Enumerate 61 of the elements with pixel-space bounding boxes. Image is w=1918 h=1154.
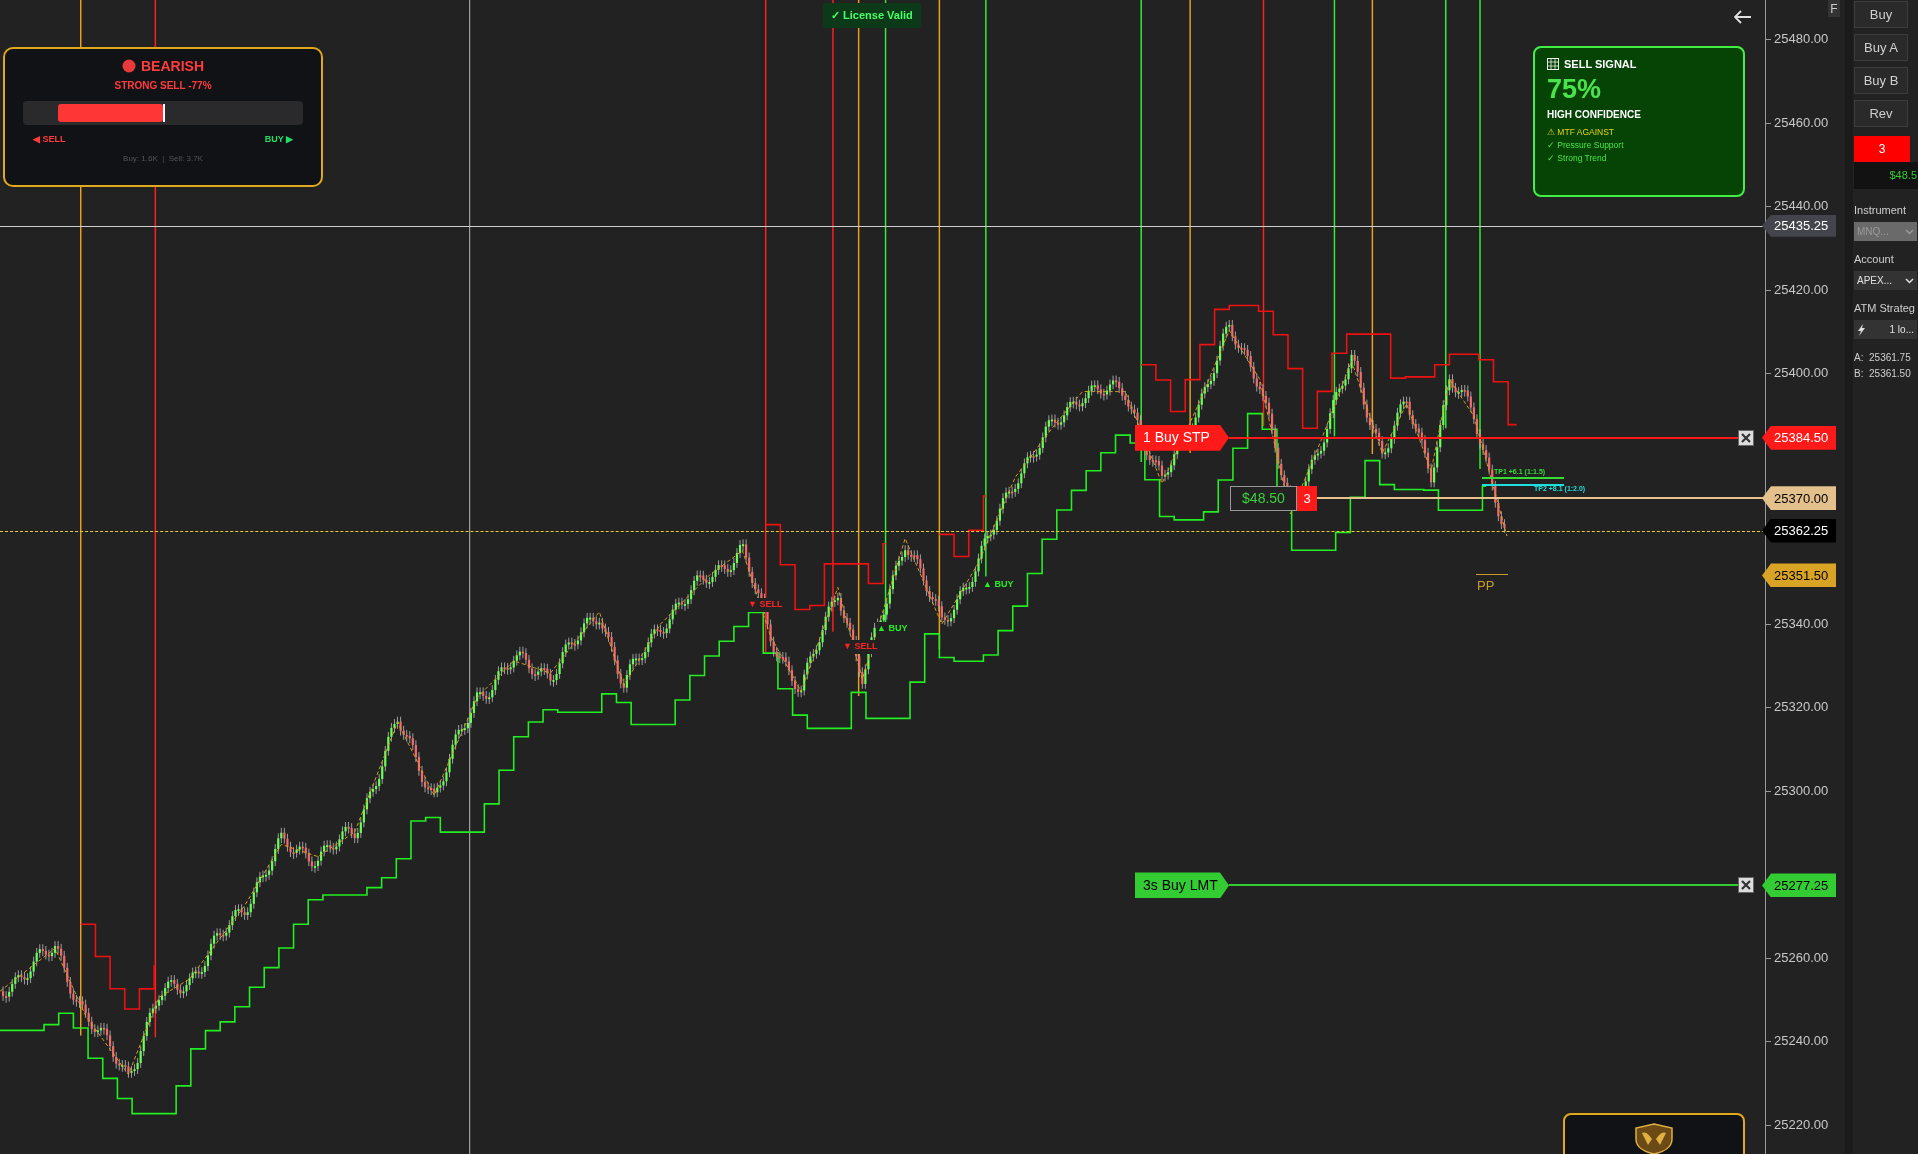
position-pnl-cell: $48.5 <box>1854 162 1918 189</box>
price-tick: 25340.00 <box>1774 615 1829 632</box>
price-tick: 25460.00 <box>1774 114 1829 131</box>
lightning-icon <box>1857 323 1866 336</box>
signal-factor: ✓ Strong Trend <box>1547 151 1608 165</box>
confidence-label: HIGH CONFIDENCE <box>1547 107 1642 122</box>
confidence-value: 75% <box>1547 72 1603 105</box>
strategy-select[interactable]: 1 lo... <box>1854 320 1917 339</box>
order-price-tag: 25277.25 <box>1762 873 1836 898</box>
signal-title: SELL SIGNAL <box>1564 57 1637 72</box>
pivot-label: PP <box>1477 577 1495 596</box>
last-price-tag: 25362.25 <box>1762 518 1836 543</box>
order-button[interactable]: Buy A <box>1854 34 1908 61</box>
order-button[interactable]: Buy B <box>1854 67 1908 94</box>
price-tick: 25480.00 <box>1774 31 1829 47</box>
position-quantity-cell: 3 <box>1854 136 1910 162</box>
circle-icon <box>122 59 136 73</box>
price-tick: 25260.00 <box>1774 949 1829 966</box>
order-button[interactable]: Buy <box>1854 1 1908 28</box>
f-button[interactable]: F <box>1828 0 1840 17</box>
license-badge: ✓ License Valid <box>823 3 921 28</box>
position-pnl: $48.50 <box>1230 486 1297 512</box>
crosshair-price-tag: 25435.25 <box>1762 214 1836 237</box>
position-price-tag: 25370.00 <box>1762 486 1836 511</box>
buy-label: BUY ▶ <box>264 133 293 146</box>
signal-factor: ✓ Pressure Support <box>1547 138 1625 152</box>
order-label[interactable]: 1 Buy STP <box>1135 424 1229 451</box>
order-button[interactable]: Rev <box>1854 100 1908 127</box>
field-label: Instrument <box>1854 203 1907 217</box>
signal-marker: ▼ SELL <box>747 598 784 612</box>
grid-icon <box>1547 58 1559 71</box>
pivot-price-tag: 25351.50 <box>1762 563 1836 588</box>
resistance-line <box>938 495 987 558</box>
back-arrow-icon[interactable] <box>1734 10 1752 24</box>
chevron-down-icon <box>1905 277 1914 284</box>
ask-price: A: 25361.75 <box>1854 351 1912 365</box>
price-tick: 25320.00 <box>1774 699 1829 715</box>
field-label: Account <box>1854 252 1895 266</box>
order-label[interactable]: 3s Buy LMT <box>1135 872 1229 899</box>
center-marker <box>163 104 165 122</box>
price-tick: 25240.00 <box>1774 1033 1829 1049</box>
chevron-down-icon <box>1905 228 1914 235</box>
price-tick: 25300.00 <box>1774 782 1829 799</box>
price-tick: 25440.00 <box>1774 198 1829 214</box>
signal-marker: ▼ SELL <box>842 640 879 654</box>
close-icon[interactable] <box>1738 429 1754 446</box>
price-tick: 25400.00 <box>1774 365 1829 381</box>
close-icon[interactable] <box>1738 877 1754 894</box>
price-tick: 25420.00 <box>1774 281 1829 298</box>
sentiment-title: BEARISH <box>141 59 204 73</box>
sentiment-subtitle: STRONG SELL -77% <box>114 81 212 91</box>
signal-marker: ▲ BUY <box>876 622 909 636</box>
sell-label: ◀ SELL <box>33 133 66 146</box>
shield-logo-icon <box>1634 1123 1674 1154</box>
position-quantity: 3 <box>1297 486 1317 512</box>
bid-price: B: 25361.50 <box>1854 367 1912 381</box>
price-tick: 25220.00 <box>1774 1116 1829 1133</box>
field-label: ATM Strateg <box>1854 301 1916 315</box>
select-field[interactable]: APEX... <box>1854 271 1917 290</box>
signal-factor: ⚠ MTF AGAINST <box>1547 125 1616 139</box>
order-price-tag: 25384.50 <box>1762 425 1836 450</box>
